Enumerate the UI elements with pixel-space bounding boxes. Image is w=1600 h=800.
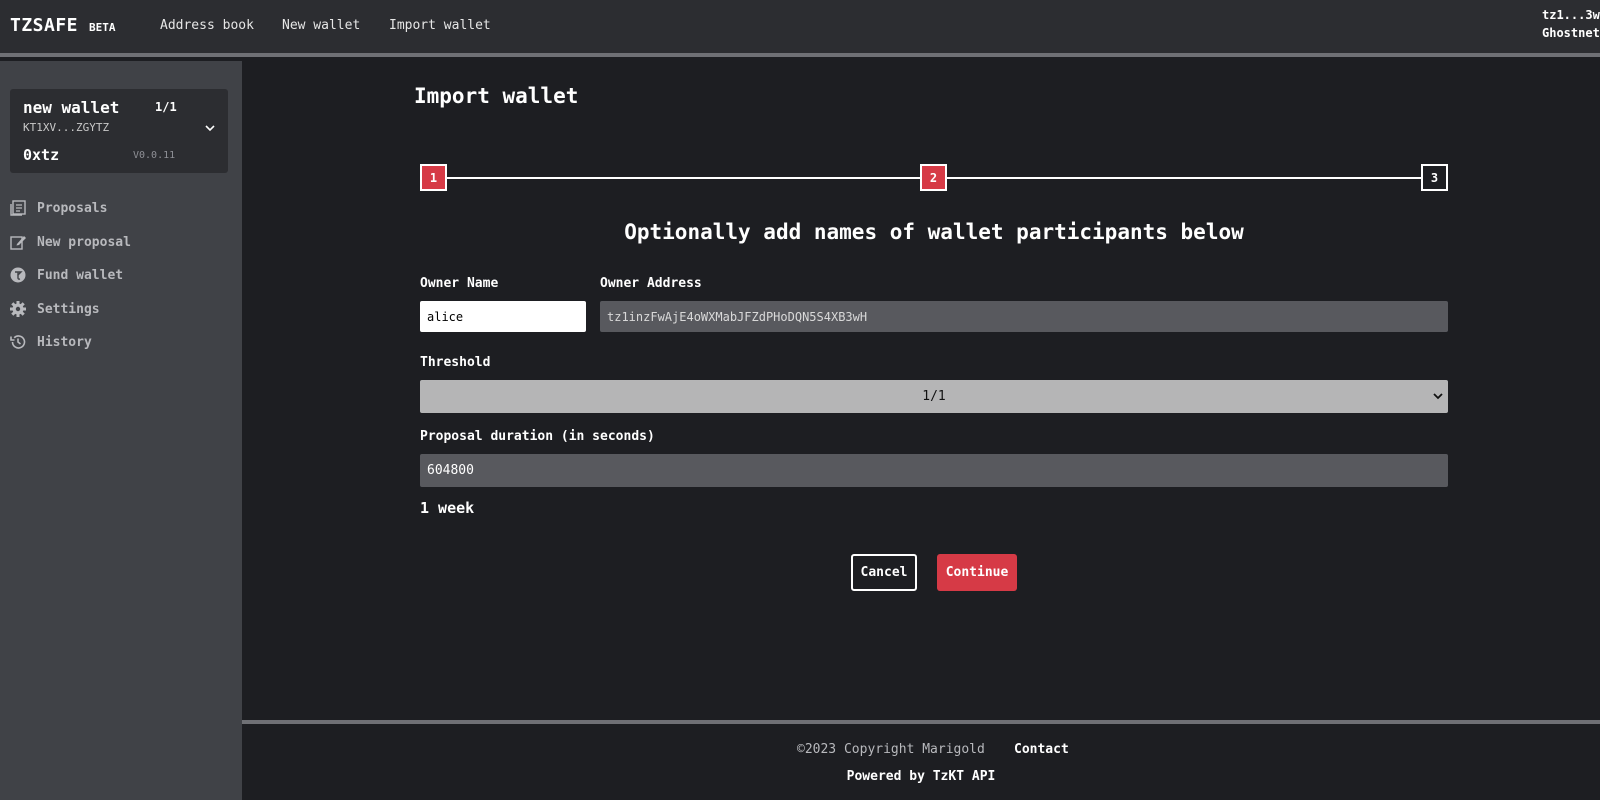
sidebar: new wallet 1/1 KT1XV...ZGYTZ 0xtz V0.0.1… bbox=[0, 61, 242, 800]
wallet-address: KT1XV...ZGYTZ bbox=[23, 121, 110, 134]
sidebar-item-label: New proposal bbox=[37, 234, 131, 250]
top-navbar: TZSAFE BETA Address book New wallet Impo… bbox=[0, 0, 1600, 57]
proposals-icon bbox=[10, 200, 26, 216]
owner-name-label: Owner Name bbox=[420, 276, 499, 291]
sidebar-item-history[interactable]: History bbox=[9, 331, 92, 353]
account-network: Ghostnet bbox=[1542, 26, 1600, 40]
history-icon bbox=[10, 335, 26, 349]
edit-icon bbox=[10, 236, 26, 250]
duration-input[interactable] bbox=[420, 454, 1448, 487]
wallet-balance: 0xtz bbox=[23, 146, 60, 164]
nav-import-wallet[interactable]: Import wallet bbox=[389, 18, 491, 33]
sidebar-item-label: History bbox=[37, 334, 92, 350]
duration-label: Proposal duration (in seconds) bbox=[420, 429, 655, 444]
main-content: Import wallet 1 2 3 Optionally add names… bbox=[242, 61, 1600, 721]
sidebar-item-proposals[interactable]: Proposals bbox=[9, 197, 107, 219]
tezos-coin-icon bbox=[10, 267, 26, 283]
wallet-selector[interactable]: new wallet 1/1 KT1XV...ZGYTZ 0xtz V0.0.1… bbox=[10, 89, 228, 173]
step-3: 3 bbox=[1421, 164, 1448, 191]
step-subtitle: Optionally add names of wallet participa… bbox=[624, 220, 1244, 244]
threshold-select[interactable]: 1/1 bbox=[420, 380, 1448, 413]
nav-address-book[interactable]: Address book bbox=[160, 18, 254, 33]
footer: ©2023 Copyright Marigold Contact Powered… bbox=[242, 720, 1600, 800]
owner-address-label: Owner Address bbox=[600, 276, 702, 291]
sidebar-item-label: Fund wallet bbox=[37, 267, 124, 283]
owner-address-field[interactable] bbox=[600, 301, 1448, 332]
owner-name-input[interactable] bbox=[420, 301, 586, 332]
chevron-down-icon[interactable] bbox=[203, 121, 217, 135]
step-2: 2 bbox=[920, 164, 947, 191]
powered-by-link[interactable]: Powered by TzKT API bbox=[242, 769, 1600, 784]
sidebar-item-fund-wallet[interactable]: Fund wallet bbox=[9, 264, 123, 286]
nav-new-wallet[interactable]: New wallet bbox=[282, 18, 360, 33]
duration-human-readable: 1 week bbox=[420, 499, 475, 517]
step-1: 1 bbox=[420, 164, 447, 191]
contact-link[interactable]: Contact bbox=[1014, 742, 1069, 757]
app-logo[interactable]: TZSAFE bbox=[10, 15, 78, 36]
copyright-text: ©2023 Copyright Marigold bbox=[797, 742, 985, 757]
cancel-button[interactable]: Cancel bbox=[851, 554, 917, 591]
sidebar-item-new-proposal[interactable]: New proposal bbox=[9, 231, 131, 253]
sidebar-item-label: Proposals bbox=[37, 200, 108, 216]
page-title: Import wallet bbox=[414, 84, 579, 108]
sidebar-item-label: Settings bbox=[37, 301, 100, 317]
stepper-connector bbox=[946, 177, 1421, 179]
wallet-name: new wallet bbox=[23, 98, 120, 117]
account-address: tz1...3wH bbox=[1542, 8, 1600, 22]
wallet-signers: 1/1 bbox=[155, 100, 177, 114]
gear-icon bbox=[10, 301, 26, 317]
sidebar-item-settings[interactable]: Settings bbox=[9, 298, 100, 320]
chevron-down-icon bbox=[1433, 393, 1443, 400]
stepper-connector bbox=[447, 177, 920, 179]
threshold-value: 1/1 bbox=[922, 389, 946, 404]
wallet-version: V0.0.11 bbox=[133, 150, 176, 161]
threshold-label: Threshold bbox=[420, 355, 491, 370]
account-button[interactable]: tz1...3wH Ghostnet bbox=[1532, 6, 1600, 46]
continue-button[interactable]: Continue bbox=[937, 554, 1017, 591]
beta-badge: BETA bbox=[89, 21, 116, 34]
